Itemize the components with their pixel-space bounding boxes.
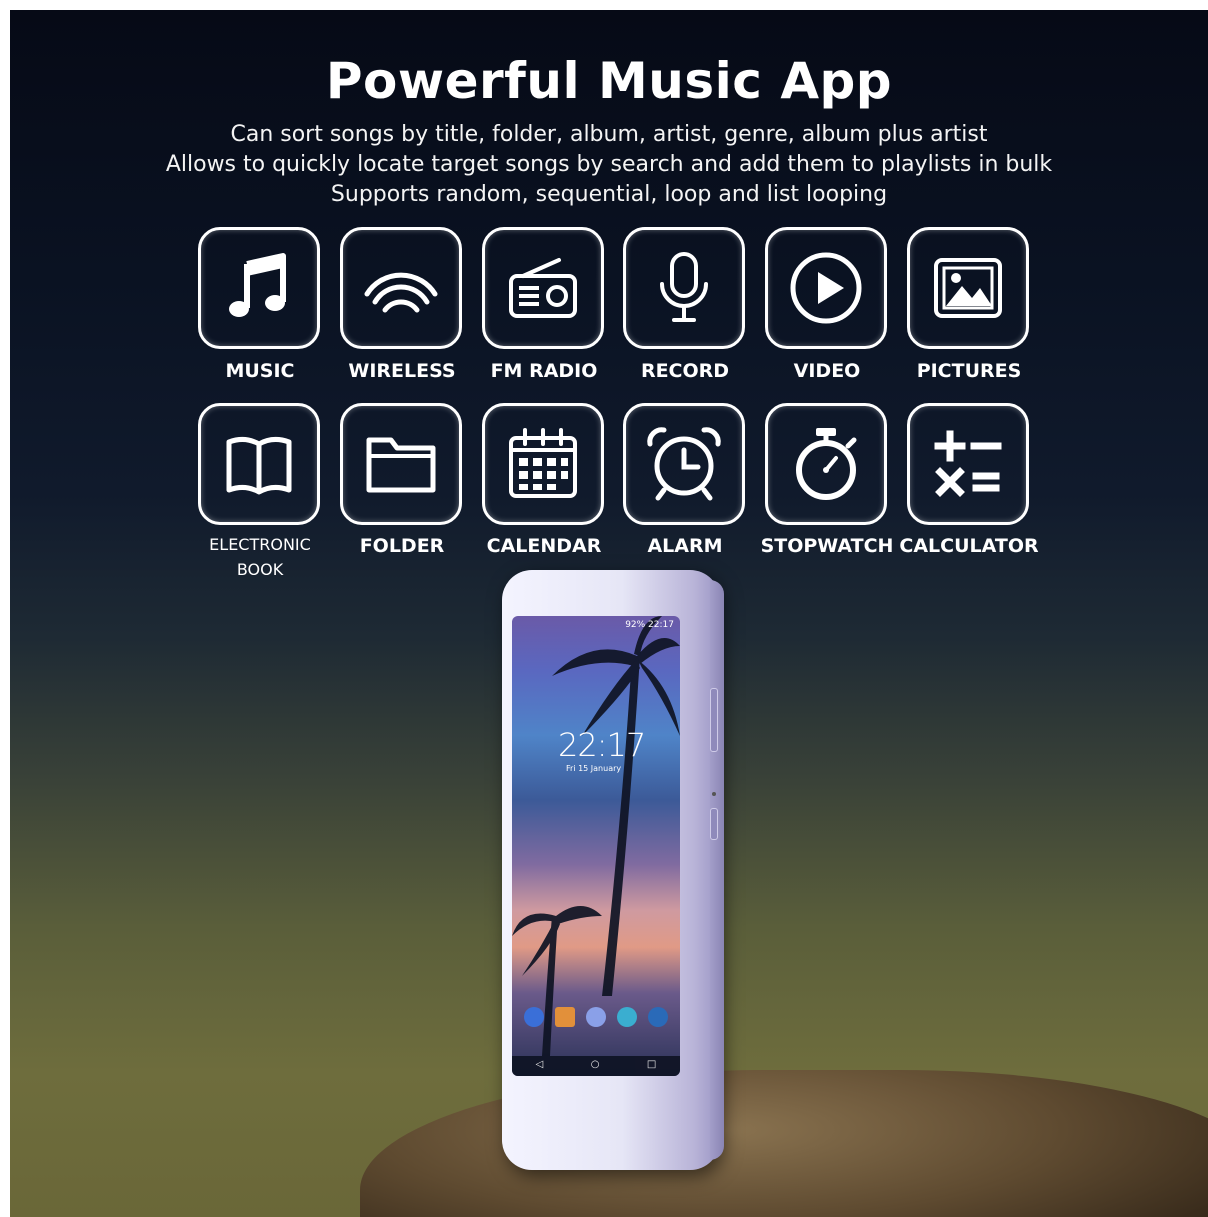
radio-icon [509,258,577,318]
music-note-icon [229,253,286,317]
app-label-electronic-book: ELECTRONIC BOOK [185,532,335,582]
app-label-wireless: WIRELESS [348,360,456,382]
page-title: Powerful Music App [325,52,893,110]
indicator-dot [712,792,716,796]
app-tile-record [623,227,745,349]
power-button [710,808,718,840]
device-screen: 92% 22:17 22:17 Fri 15 January ◁ ○ □ [512,616,680,1076]
navigation-bar: ◁ ○ □ [512,1059,680,1070]
app-label-pictures: PICTURES [916,360,1022,382]
lock-screen-time: 22:17 [558,726,646,764]
app-label-folder: FOLDER [359,535,445,557]
dock-app-icon[interactable] [585,1007,606,1027]
app-label-calendar: CALENDAR [486,535,602,557]
folder-icon [366,437,436,493]
device-side-edge [710,580,724,1160]
app-tile-video [765,227,887,349]
home-button[interactable]: ○ [591,1059,600,1070]
app-label-fm-radio: FM RADIO [490,360,598,382]
subtitle-line-3: Supports random, sequential, loop and li… [330,182,888,207]
app-tile-calendar [482,403,604,525]
app-label-calculator: CALCULATOR [899,535,1039,557]
app-dock [518,1004,674,1030]
subtitle-line-2: Allows to quickly locate target songs by… [165,152,1053,177]
music-player-device: 92% 22:17 22:17 Fri 15 January ◁ ○ □ [502,570,724,1170]
dock-app-icon[interactable] [554,1007,575,1027]
app-tile-electronic-book [198,403,320,525]
play-icon [790,252,862,324]
rock-pedestal [360,1070,1208,1217]
status-bar: 92% 22:17 [625,620,674,630]
dock-app-icon[interactable] [648,1007,669,1027]
app-tile-pictures [907,227,1029,349]
back-button[interactable]: ◁ [536,1059,544,1070]
app-label-music: MUSIC [225,360,295,382]
subtitle-line-1: Can sort songs by title, folder, album, … [230,122,988,147]
app-tile-folder [340,403,462,525]
recents-button[interactable]: □ [647,1059,656,1070]
microphone-icon [660,252,708,322]
app-label-electronic-book-line2: BOOK [236,560,284,579]
app-tile-calculator [907,403,1029,525]
app-tile-alarm [623,403,745,525]
app-tile-wireless [340,227,462,349]
calendar-icon [509,428,577,498]
app-tile-music [198,227,320,349]
app-label-video: VIDEO [793,360,861,382]
alarm-clock-icon [647,427,721,501]
volume-button [710,688,718,752]
picture-icon [934,258,1002,318]
dock-app-icon[interactable] [523,1007,544,1027]
app-label-stopwatch: STOPWATCH [760,535,894,557]
app-tile-stopwatch [765,403,887,525]
product-poster: Powerful Music App Can sort songs by tit… [10,10,1208,1217]
dock-app-icon[interactable] [617,1007,638,1027]
app-tile-fm-radio [482,227,604,349]
app-label-electronic-book-line1: ELECTRONIC [209,535,311,554]
app-label-record: RECORD [640,360,730,382]
calculator-icon [934,430,1002,497]
lock-screen-date: Fri 15 January [566,764,622,773]
book-icon [226,436,292,495]
stopwatch-icon [796,428,857,500]
app-label-alarm: ALARM [647,535,723,557]
wireless-icon [364,272,438,313]
